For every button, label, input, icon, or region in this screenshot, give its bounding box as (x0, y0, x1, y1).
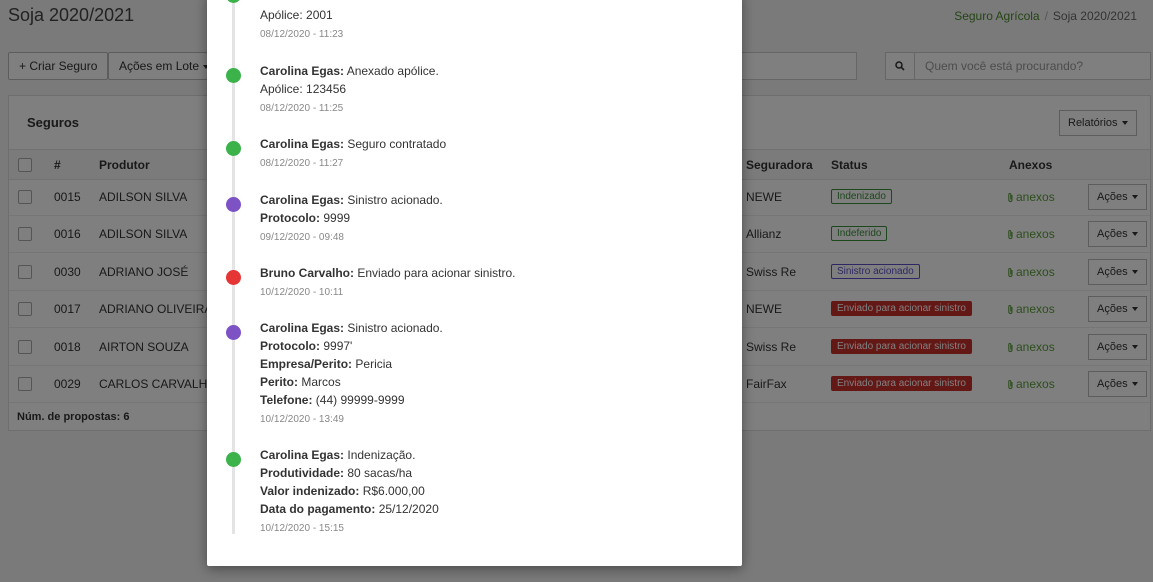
timeline-timestamp: 10/12/2020 - 15:15 (260, 523, 344, 534)
entry-text: Indenização. (347, 448, 416, 462)
entry-label: Carolina Egas: (260, 64, 345, 78)
timeline-dot (226, 141, 241, 156)
timeline-timestamp: 09/12/2020 - 09:48 (260, 232, 344, 243)
timeline-entry-line: Empresa/Perito: Pericia (260, 357, 392, 371)
timeline-entry-line: Protocolo: 9997' (260, 339, 352, 353)
entry-label: Carolina Egas: (260, 193, 345, 207)
entry-label: Telefone: (260, 393, 313, 407)
entry-text: R$6.000,00 (362, 484, 425, 498)
timeline-timestamp: 08/12/2020 - 11:23 (260, 29, 344, 40)
entry-text: Apólice: 2001 (260, 8, 333, 22)
timeline-entry-line: Data do pagamento: 25/12/2020 (260, 502, 439, 516)
entry-label: Protocolo: (260, 339, 320, 353)
timeline-dot (226, 197, 241, 212)
entry-text: 25/12/2020 (378, 502, 439, 516)
entry-text: 9997' (323, 339, 353, 353)
entry-label: Valor indenizado: (260, 484, 360, 498)
entry-text: Sinistro acionado. (347, 193, 443, 207)
timeline-dot (226, 325, 241, 340)
timeline-dot (226, 270, 241, 285)
entry-label: Bruno Carvalho: (260, 266, 355, 280)
timeline-entry-line: Protocolo: 9999 (260, 211, 350, 225)
entry-text: Seguro contratado (347, 137, 447, 151)
timeline-dot (226, 68, 241, 83)
timeline-entry-line: Carolina Egas: Anexado apólice. (260, 64, 439, 78)
timeline-entry-line: Apólice: 123456 (260, 82, 346, 96)
entry-label: Protocolo: (260, 211, 320, 225)
timeline-timestamp: 08/12/2020 - 11:27 (260, 158, 344, 169)
entry-label: Produtividade: (260, 466, 345, 480)
entry-label: Empresa/Perito: (260, 357, 353, 371)
timeline-dot (226, 452, 241, 467)
entry-text: Anexado apólice. (346, 64, 439, 78)
timeline-entry-line: Telefone: (44) 99999-9999 (260, 393, 405, 407)
timeline-entry-line: Carolina Egas: Sinistro acionado. (260, 193, 443, 207)
timeline-timestamp: 08/12/2020 - 11:25 (260, 103, 344, 114)
entry-text: 80 sacas/ha (347, 466, 413, 480)
history-modal: Apólice: 2001 08/12/2020 - 11:23 Carolina … (207, 0, 742, 566)
entry-label: Carolina Egas: (260, 321, 345, 335)
timeline-entry-line: Produtividade: 80 sacas/ha (260, 466, 412, 480)
timeline-entry-line: Carolina Egas: Seguro contratado (260, 137, 446, 151)
entry-label: Carolina Egas: (260, 448, 345, 462)
timeline-entry-line: Bruno Carvalho: Enviado para acionar sin… (260, 266, 515, 280)
entry-text: Marcos (301, 375, 341, 389)
timeline-entry-line: Carolina Egas: Sinistro acionado. (260, 321, 443, 335)
timeline-timestamp: 10/12/2020 - 13:49 (260, 414, 344, 425)
entry-text: 9999 (323, 211, 351, 225)
timeline-entry-line: Apólice: 2001 (260, 8, 333, 22)
entry-label: Perito: (260, 375, 299, 389)
timeline-timestamp: 10/12/2020 - 10:11 (260, 287, 344, 298)
timeline-entry-line: Perito: Marcos (260, 375, 341, 389)
timeline-dot (226, 0, 241, 3)
entry-label: Carolina Egas: (260, 137, 345, 151)
timeline-entry-line: Carolina Egas: Indenização. (260, 448, 415, 462)
entry-text: Enviado para acionar sinistro. (357, 266, 516, 280)
entry-text: Sinistro acionado. (347, 321, 443, 335)
entry-text: (44) 99999-9999 (315, 393, 405, 407)
timeline-entry-line: Valor indenizado: R$6.000,00 (260, 484, 425, 498)
entry-text: Pericia (355, 357, 393, 371)
entry-label: Data do pagamento: (260, 502, 376, 516)
entry-text: Apólice: 123456 (260, 82, 347, 96)
